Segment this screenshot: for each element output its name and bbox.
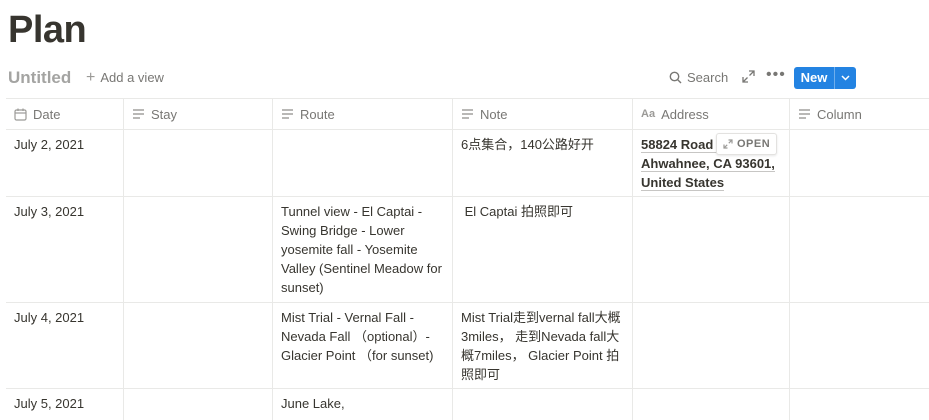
stay-cell[interactable] bbox=[124, 197, 273, 302]
text-lines-icon bbox=[281, 108, 294, 120]
column-header-label: Column bbox=[817, 106, 862, 122]
table-header: Date Stay Route Note Aa Address Column bbox=[6, 99, 929, 130]
calendar-icon bbox=[14, 108, 27, 121]
note-cell[interactable] bbox=[453, 389, 633, 420]
date-cell[interactable]: July 5, 2021 bbox=[6, 389, 124, 420]
column-cell[interactable] bbox=[790, 197, 929, 302]
address-line: 58824 Road 6 bbox=[641, 137, 725, 153]
text-lines-icon bbox=[798, 108, 811, 120]
database-table: Date Stay Route Note Aa Address Column J… bbox=[6, 98, 929, 420]
add-view-label: Add a view bbox=[100, 70, 164, 85]
expand-icon[interactable] bbox=[742, 70, 756, 84]
text-lines-icon bbox=[132, 108, 145, 120]
plus-icon: + bbox=[86, 68, 96, 86]
new-button-label[interactable]: New bbox=[794, 67, 834, 89]
address-cell[interactable] bbox=[633, 197, 790, 302]
column-header-date[interactable]: Date bbox=[6, 99, 124, 129]
column-header-label: Stay bbox=[151, 106, 178, 122]
table-row: July 4, 2021 Mist Trial - Vernal Fall - … bbox=[6, 303, 929, 389]
column-header-stay[interactable]: Stay bbox=[124, 99, 273, 129]
route-cell[interactable]: June Lake, bbox=[273, 389, 453, 420]
table-row: July 5, 2021 June Lake, bbox=[6, 389, 929, 420]
column-cell[interactable] bbox=[790, 130, 929, 196]
note-cell[interactable]: El Captai 拍照即可 bbox=[453, 197, 633, 302]
view-toolbar: Untitled + Add a view Search ••• New bbox=[8, 66, 929, 92]
stay-cell[interactable] bbox=[124, 389, 273, 420]
search-icon bbox=[669, 71, 682, 84]
stay-cell[interactable] bbox=[124, 303, 273, 388]
stay-cell[interactable] bbox=[124, 130, 273, 196]
column-header-column[interactable]: Column bbox=[790, 99, 929, 129]
page-title[interactable]: Plan bbox=[8, 6, 87, 54]
open-page-button[interactable]: OPEN bbox=[716, 133, 778, 155]
new-button[interactable]: New bbox=[794, 67, 856, 89]
date-cell[interactable]: July 3, 2021 bbox=[6, 197, 124, 302]
address-cell[interactable] bbox=[633, 303, 790, 388]
search-button[interactable]: Search bbox=[669, 70, 728, 85]
column-header-label: Note bbox=[480, 106, 508, 122]
open-label: OPEN bbox=[737, 137, 771, 150]
column-header-label: Route bbox=[300, 106, 335, 122]
view-name[interactable]: Untitled bbox=[8, 68, 71, 88]
title-aa-icon: Aa bbox=[641, 107, 656, 120]
search-label: Search bbox=[687, 70, 729, 85]
column-header-label: Address bbox=[661, 106, 709, 122]
address-line: United States bbox=[641, 175, 725, 191]
table-row: July 3, 2021 Tunnel view - El Captai - S… bbox=[6, 197, 929, 303]
column-cell[interactable] bbox=[790, 389, 929, 420]
column-cell[interactable] bbox=[790, 303, 929, 388]
note-cell[interactable]: 6点集合，140公路好开 bbox=[453, 130, 633, 196]
column-header-note[interactable]: Note bbox=[453, 99, 633, 129]
route-cell[interactable] bbox=[273, 130, 453, 196]
route-cell[interactable]: Tunnel view - El Captai - Swing Bridge -… bbox=[273, 197, 453, 302]
note-cell[interactable]: Mist Trial走到vernal fall大概3miles， 走到Nevad… bbox=[453, 303, 633, 388]
date-cell[interactable]: July 4, 2021 bbox=[6, 303, 124, 388]
address-line: Ahwahnee, CA 93601, bbox=[641, 156, 775, 172]
column-header-route[interactable]: Route bbox=[273, 99, 453, 129]
text-lines-icon bbox=[461, 108, 474, 120]
open-diagonal-arrows-icon bbox=[723, 139, 733, 149]
date-cell[interactable]: July 2, 2021 bbox=[6, 130, 124, 196]
column-header-address[interactable]: Aa Address bbox=[633, 99, 790, 129]
column-header-label: Date bbox=[33, 106, 61, 122]
chevron-down-icon[interactable] bbox=[834, 67, 856, 89]
add-view-button[interactable]: + Add a view bbox=[86, 68, 164, 86]
address-cell[interactable] bbox=[633, 389, 790, 420]
table-row: July 2, 2021 6点集合，140公路好开 58824 Road 6 A… bbox=[6, 130, 929, 197]
address-cell[interactable]: 58824 Road 6 Ahwahnee, CA 93601, United … bbox=[633, 130, 790, 196]
more-options-icon[interactable]: ••• bbox=[766, 66, 786, 84]
route-cell[interactable]: Mist Trial - Vernal Fall - Nevada Fall （… bbox=[273, 303, 453, 388]
